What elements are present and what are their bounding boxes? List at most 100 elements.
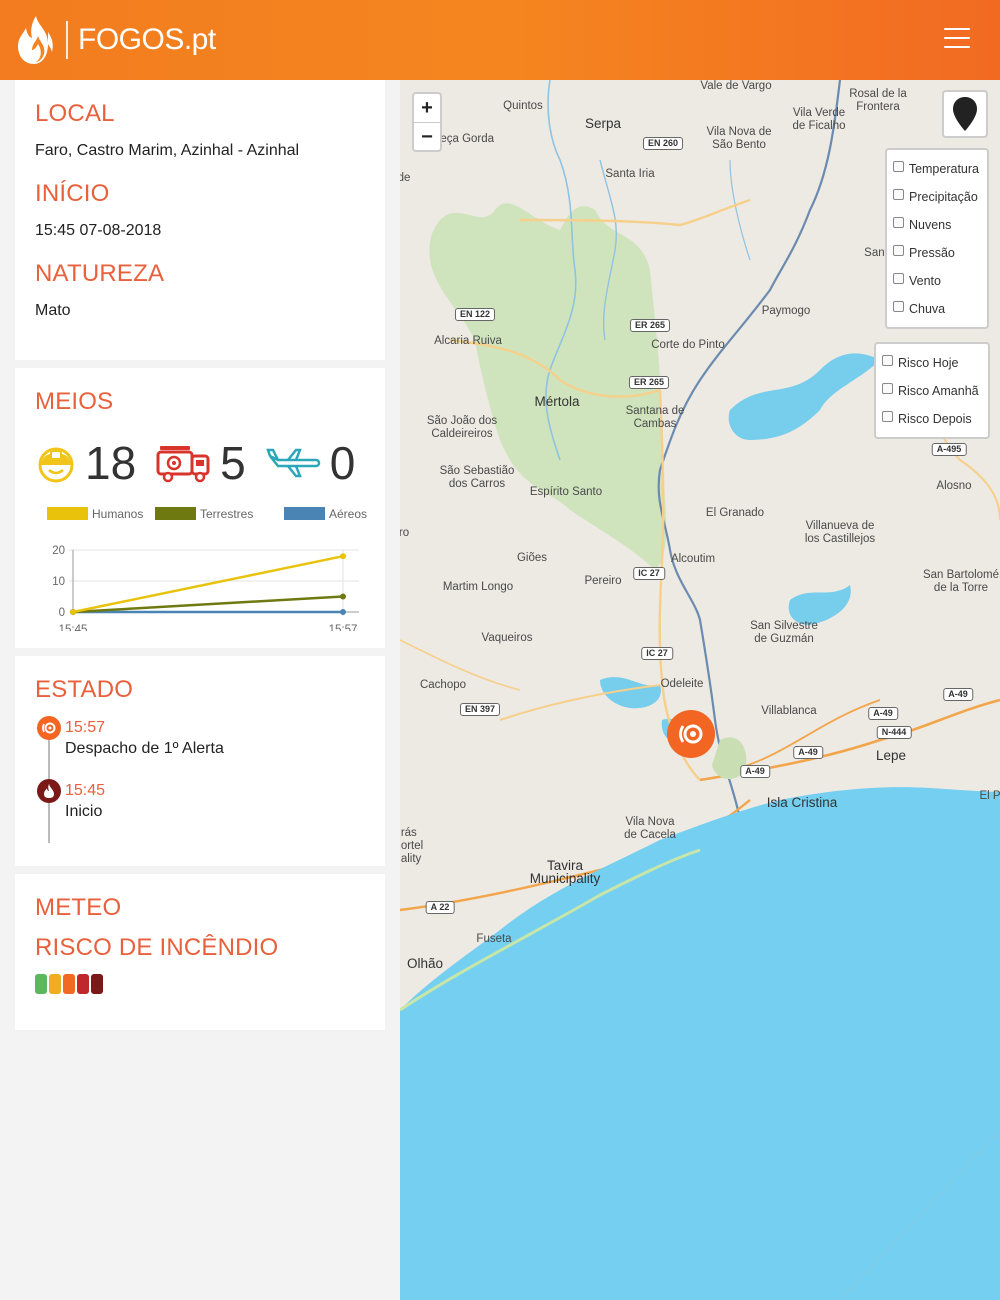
road-shield: A-49 — [943, 688, 973, 701]
top-header: FOGOS.pt — [0, 0, 1000, 80]
place-label: Pereiro — [584, 575, 622, 587]
place-label: rás ortel ality — [400, 827, 424, 865]
place-label: Villablanca — [761, 705, 817, 717]
layer-label: Risco Amanhã — [898, 384, 979, 398]
y-tick-label: 0 — [59, 607, 65, 619]
place-label: Alosno — [936, 480, 972, 492]
layer-label: Temperatura — [908, 162, 979, 176]
legend-label: Terrestres — [200, 507, 253, 521]
event-description: Inicio — [65, 803, 103, 820]
layer-checkbox[interactable] — [882, 410, 893, 422]
place-label: Olhão — [406, 956, 444, 971]
place-label: Santa Iria — [605, 168, 655, 180]
place-label: Vila Nova de São Bento — [706, 126, 772, 151]
natureza-value: Mato — [35, 302, 71, 319]
meteo-title: METEO — [35, 894, 122, 921]
layer-checkbox[interactable] — [893, 300, 904, 312]
inicio-label: INÍCIO — [35, 180, 110, 207]
layer-checkbox[interactable] — [893, 188, 904, 200]
place-label: San Bartolomé de la Torre — [922, 569, 1000, 594]
layer-checkbox[interactable] — [882, 354, 893, 366]
layer-label: Chuva — [909, 302, 946, 316]
place-label: Vila Nova de Cacela — [624, 816, 676, 841]
place-label: Tavira Municipality — [529, 858, 601, 886]
zoom-in-button[interactable]: + — [414, 94, 440, 122]
layer-label: Pressão — [909, 246, 955, 260]
legend-swatch — [284, 507, 325, 520]
place-label: Rosal de la Frontera — [849, 88, 907, 113]
y-tick-label: 10 — [52, 576, 65, 588]
brand-name: FOGOS.pt — [78, 23, 216, 56]
layer-checkbox[interactable] — [893, 216, 904, 228]
data-point — [340, 553, 346, 560]
risk-level-swatch — [77, 974, 89, 994]
terrestres-count: 5 — [156, 436, 246, 490]
timeline-connector — [48, 740, 50, 780]
layer-option-nuvens[interactable]: Nuvens — [893, 211, 979, 239]
road-shield: EN 260 — [642, 137, 684, 150]
brand-logo[interactable]: FOGOS.pt — [14, 8, 216, 72]
timeline-event: 15:57 Despacho de 1º Alerta — [35, 716, 224, 780]
layer-label: Precipitação — [909, 190, 978, 204]
place-label: Serpa — [584, 116, 622, 131]
place-label: Vaqueiros — [481, 632, 533, 644]
road-shield: A 22 — [425, 901, 455, 914]
event-description: Despacho de 1º Alerta — [65, 740, 224, 757]
meios-title: MEIOS — [35, 388, 114, 415]
place-label: de — [400, 172, 411, 184]
road-shield: A-49 — [868, 707, 898, 720]
risk-level-swatch — [63, 974, 75, 994]
place-label: São João dos Caldeireiros — [426, 415, 498, 440]
place-label: Corte do Pinto — [651, 339, 725, 351]
legend-swatch — [47, 507, 88, 520]
incident-map[interactable]: Quintos Serpa Vale de Vargo Vila Verde d… — [400, 80, 1000, 1300]
event-time: 15:57 — [65, 719, 106, 736]
hamburger-menu-icon[interactable] — [944, 28, 970, 50]
local-value: Faro, Castro Marim, Azinhal - Azinhal — [35, 142, 300, 159]
place-label: Isla Cristina — [766, 795, 838, 810]
incident-info-card: LOCAL Faro, Castro Marim, Azinhal - Azin… — [15, 80, 385, 360]
place-label: Martim Longo — [442, 581, 514, 593]
layer-label: Risco Depois — [898, 412, 972, 426]
layer-checkbox[interactable] — [893, 272, 904, 284]
layer-option-risco-hoje[interactable]: Risco Hoje — [882, 349, 980, 377]
layer-option-risco-depois[interactable]: Risco Depois — [882, 405, 980, 433]
meteo-card: METEO RISCO DE INCÊNDIO — [15, 874, 385, 1030]
y-tick-label: 20 — [52, 545, 65, 557]
layer-checkbox[interactable] — [893, 160, 904, 172]
natureza-label: NATUREZA — [35, 260, 165, 287]
x-tick-label: 15:57 — [329, 624, 358, 631]
estado-timeline: 15:57 Despacho de 1º Alerta 15:45 Inicio — [35, 716, 224, 843]
fire-incident-marker[interactable] — [667, 710, 715, 758]
road-shield: ER 265 — [628, 376, 670, 389]
place-label: Vale de Vargo — [700, 80, 772, 92]
place-label: El P — [979, 790, 1000, 802]
risk-level-swatch — [49, 974, 61, 994]
dispatch-siren-icon — [37, 716, 61, 740]
layer-option-chuva[interactable]: Chuva — [893, 295, 979, 323]
layer-option-vento[interactable]: Vento — [893, 267, 979, 295]
layer-checkbox[interactable] — [893, 244, 904, 256]
humanos-number: 18 — [85, 437, 137, 489]
timeline-connector — [48, 803, 50, 843]
place-label: Quintos — [503, 100, 543, 112]
place-label: Alcoutim — [670, 553, 716, 565]
risco-incendio-title: RISCO DE INCÊNDIO — [35, 934, 279, 961]
place-label: Cachopo — [419, 679, 467, 691]
layer-option-precipitacao[interactable]: Precipitação — [893, 183, 979, 211]
layer-option-pressao[interactable]: Pressão — [893, 239, 979, 267]
fire-truck-icon — [156, 446, 210, 483]
layer-checkbox[interactable] — [882, 382, 893, 394]
locate-button[interactable] — [942, 90, 988, 138]
place-label: Vila Verde de Ficalho — [792, 107, 846, 132]
risk-level-swatch — [91, 974, 103, 994]
place-label: Espírito Santo — [529, 486, 603, 498]
layer-option-temperatura[interactable]: Temperatura — [893, 155, 979, 183]
road-shield: A-495 — [931, 443, 967, 456]
place-label: Giões — [516, 552, 548, 564]
place-label: San Silvestre de Guzmán — [750, 620, 818, 645]
event-time: 15:45 — [65, 782, 106, 799]
layer-option-risco-amanha[interactable]: Risco Amanhã — [882, 377, 980, 405]
zoom-out-button[interactable]: − — [414, 122, 440, 150]
place-label: Santana de Cambas — [625, 405, 685, 430]
